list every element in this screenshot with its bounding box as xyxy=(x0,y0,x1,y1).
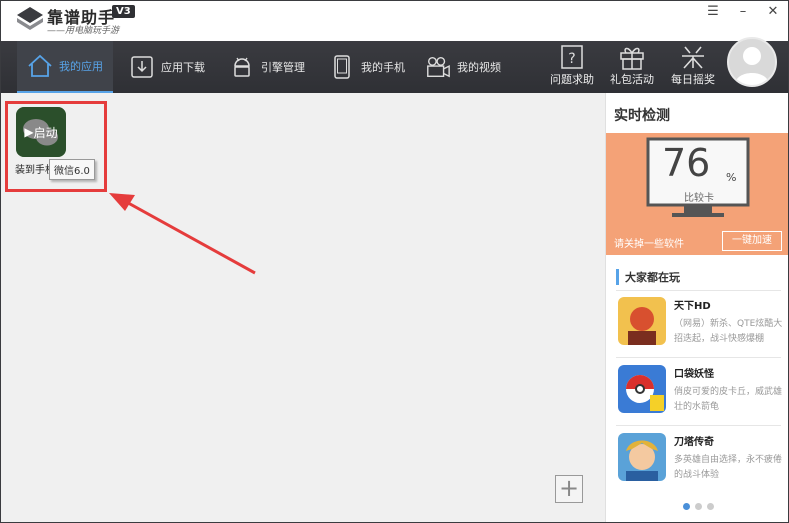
app-slogan: ——用电脑玩手游 xyxy=(47,26,120,36)
tab-app-download[interactable]: 应用下载 xyxy=(129,41,215,93)
boost-button[interactable]: 一键加速 xyxy=(722,231,782,251)
tab-label: 应用下载 xyxy=(161,61,205,74)
game-desc: 多英雄自由选择，永不疲倦的战斗体验 xyxy=(674,455,783,480)
realtime-monitor-panel: 实时检测 76 % 比较卡 请关掉一些软件 一键加速 大家都在玩 天下HD （网… xyxy=(605,93,788,522)
gift-button[interactable]: 礼包活动 xyxy=(604,43,660,91)
popular-games-title: 大家都在玩 xyxy=(616,269,680,285)
carousel-dot[interactable] xyxy=(695,503,702,510)
svg-text:?: ? xyxy=(568,51,575,67)
tab-label: 我的应用 xyxy=(59,60,103,73)
nav-bar: 我的应用 应用下载 引擎管理 我的手机 我的视频 ? 问题求助 礼包活动 每日摇… xyxy=(1,41,788,93)
tab-my-videos[interactable]: 我的视频 xyxy=(425,41,521,93)
game-item[interactable]: 刀塔传奇 多英雄自由选择，永不疲倦的战斗体验 xyxy=(616,433,784,499)
app-logo-icon xyxy=(17,7,43,30)
user-avatar[interactable] xyxy=(727,37,777,87)
tab-label: 我的视频 xyxy=(457,61,501,74)
tab-label: 引擎管理 xyxy=(261,61,305,74)
divider xyxy=(616,357,781,358)
help-icon: ? xyxy=(544,43,600,71)
title-bar: 靠谱助手 V3 ——用电脑玩手游 ☰ – ✕ xyxy=(1,1,788,41)
game-name: 刀塔传奇 xyxy=(674,437,714,448)
game-thumbnail xyxy=(618,365,666,413)
tab-my-phone[interactable]: 我的手机 xyxy=(329,41,415,93)
app-window: 靠谱助手 V3 ——用电脑玩手游 ☰ – ✕ 我的应用 应用下载 引擎管理 我的… xyxy=(0,0,789,523)
perf-status: 比较卡 xyxy=(684,193,714,204)
annotation-highlight-box xyxy=(5,101,107,192)
gift-icon xyxy=(604,43,660,71)
version-badge: V3 xyxy=(112,5,135,18)
user-avatar-icon xyxy=(735,47,769,85)
lottery-label: 每日摇奖 xyxy=(671,73,715,86)
clean-hint: 请关掉一些软件 xyxy=(614,239,684,250)
game-thumbnail xyxy=(618,297,666,345)
monitor-title: 实时检测 xyxy=(614,108,670,124)
carousel-dot-active[interactable] xyxy=(683,503,690,510)
help-label: 问题求助 xyxy=(550,73,594,86)
home-icon xyxy=(27,53,53,79)
download-icon xyxy=(129,54,155,80)
game-item[interactable]: 天下HD （网易）新杀、QTE炫酷大招迭起，战斗快感爆棚 xyxy=(616,297,784,363)
add-app-button[interactable]: + xyxy=(555,475,583,503)
help-button[interactable]: ? 问题求助 xyxy=(544,43,600,91)
tab-engine-manage[interactable]: 引擎管理 xyxy=(229,41,315,93)
divider xyxy=(616,425,781,426)
annotation-arrow-icon xyxy=(109,193,256,275)
close-button[interactable]: ✕ xyxy=(761,3,785,21)
tab-label: 我的手机 xyxy=(361,61,405,74)
lottery-icon xyxy=(665,43,721,71)
lottery-button[interactable]: 每日摇奖 xyxy=(665,43,721,91)
menu-button[interactable]: ☰ xyxy=(701,3,725,21)
perf-score-unit: % xyxy=(726,171,737,184)
video-icon xyxy=(425,54,451,80)
game-desc: （网易）新杀、QTE炫酷大招迭起，战斗快感爆棚 xyxy=(674,319,783,344)
game-name: 口袋妖怪 xyxy=(674,369,714,380)
carousel-dot[interactable] xyxy=(707,503,714,510)
carousel-dots xyxy=(683,503,714,510)
phone-icon xyxy=(329,54,355,80)
tab-my-apps[interactable]: 我的应用 xyxy=(17,41,113,93)
android-icon xyxy=(229,54,255,80)
game-thumbnail xyxy=(618,433,666,481)
game-desc: 俏皮可爱的皮卡丘，威武雄壮的水箭龟 xyxy=(674,387,783,412)
perf-score: 76 xyxy=(662,141,711,185)
game-item[interactable]: 口袋妖怪 俏皮可爱的皮卡丘，威武雄壮的水箭龟 xyxy=(616,365,784,431)
minimize-button[interactable]: – xyxy=(731,3,755,21)
divider xyxy=(616,290,781,291)
game-name: 天下HD xyxy=(674,301,711,312)
gift-label: 礼包活动 xyxy=(610,73,654,86)
